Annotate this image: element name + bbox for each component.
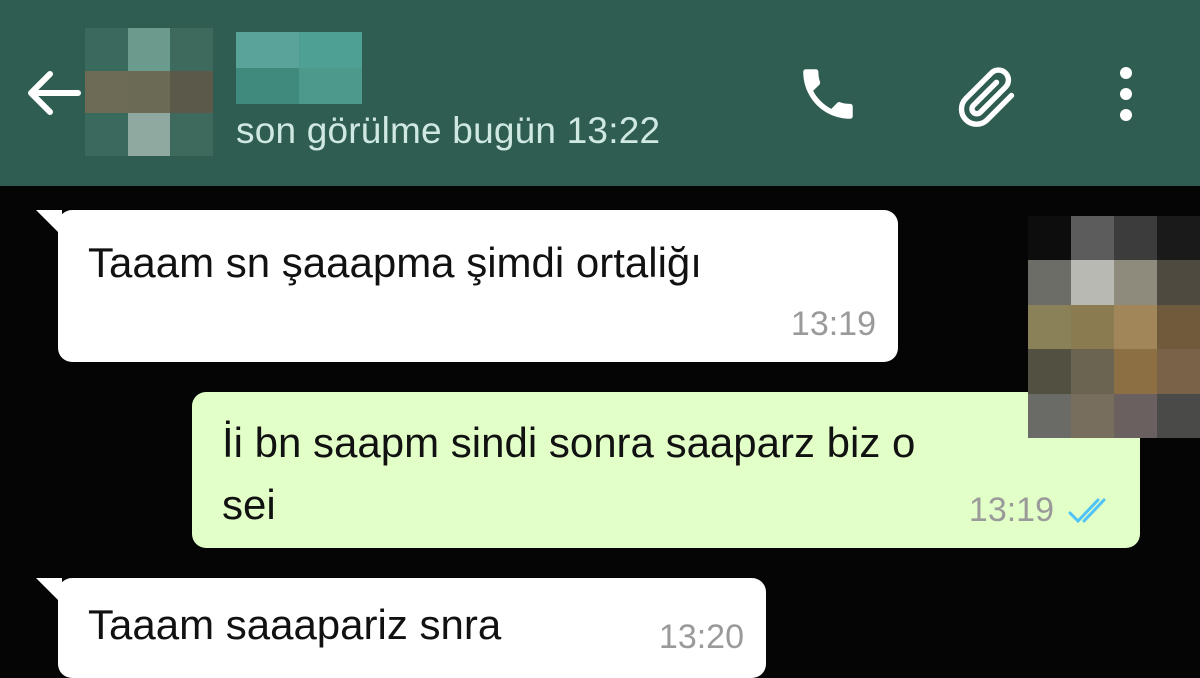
paperclip-icon: [958, 67, 1015, 127]
message-outgoing[interactable]: İi bn saapm sindi sonra saaparz biz o se…: [192, 392, 1162, 548]
contact-name-pixelated[interactable]: [236, 32, 362, 104]
message-list[interactable]: Taaam sn şaaapma şimdi ortaliğı 13:19 İi…: [0, 186, 1200, 678]
more-vert-icon: [1120, 67, 1132, 121]
last-seen-status: son görülme bugün 13:22: [236, 110, 661, 151]
message-incoming[interactable]: Taaam saaapariz snra 13:20: [36, 578, 766, 678]
more-options-button[interactable]: [1090, 58, 1162, 130]
bubble-tail: [36, 210, 62, 236]
message-time: 13:19: [790, 305, 876, 343]
sender-avatar-pixelated: [1028, 216, 1200, 438]
message-text: Taaam saaapariz snra: [88, 601, 502, 648]
message-incoming[interactable]: Taaam sn şaaapma şimdi ortaliğı 13:19: [36, 210, 898, 362]
phone-icon: [803, 69, 853, 119]
back-button[interactable]: [22, 62, 84, 124]
message-text: İi bn saapm sindi sonra saaparz biz o se…: [222, 419, 916, 528]
chat-header: son görülme bugün 13:22: [0, 0, 1200, 186]
back-arrow-icon: [28, 71, 81, 115]
message-time: 13:19: [968, 491, 1054, 529]
message-text: Taaam sn şaaapma şimdi ortaliğı: [88, 239, 702, 286]
double-check-icon: [1068, 498, 1106, 524]
contact-avatar-pixelated[interactable]: [85, 28, 213, 156]
attach-button[interactable]: [950, 58, 1022, 130]
voice-call-button[interactable]: [792, 58, 864, 130]
message-time: 13:20: [658, 618, 744, 656]
bubble-tail: [36, 578, 62, 604]
